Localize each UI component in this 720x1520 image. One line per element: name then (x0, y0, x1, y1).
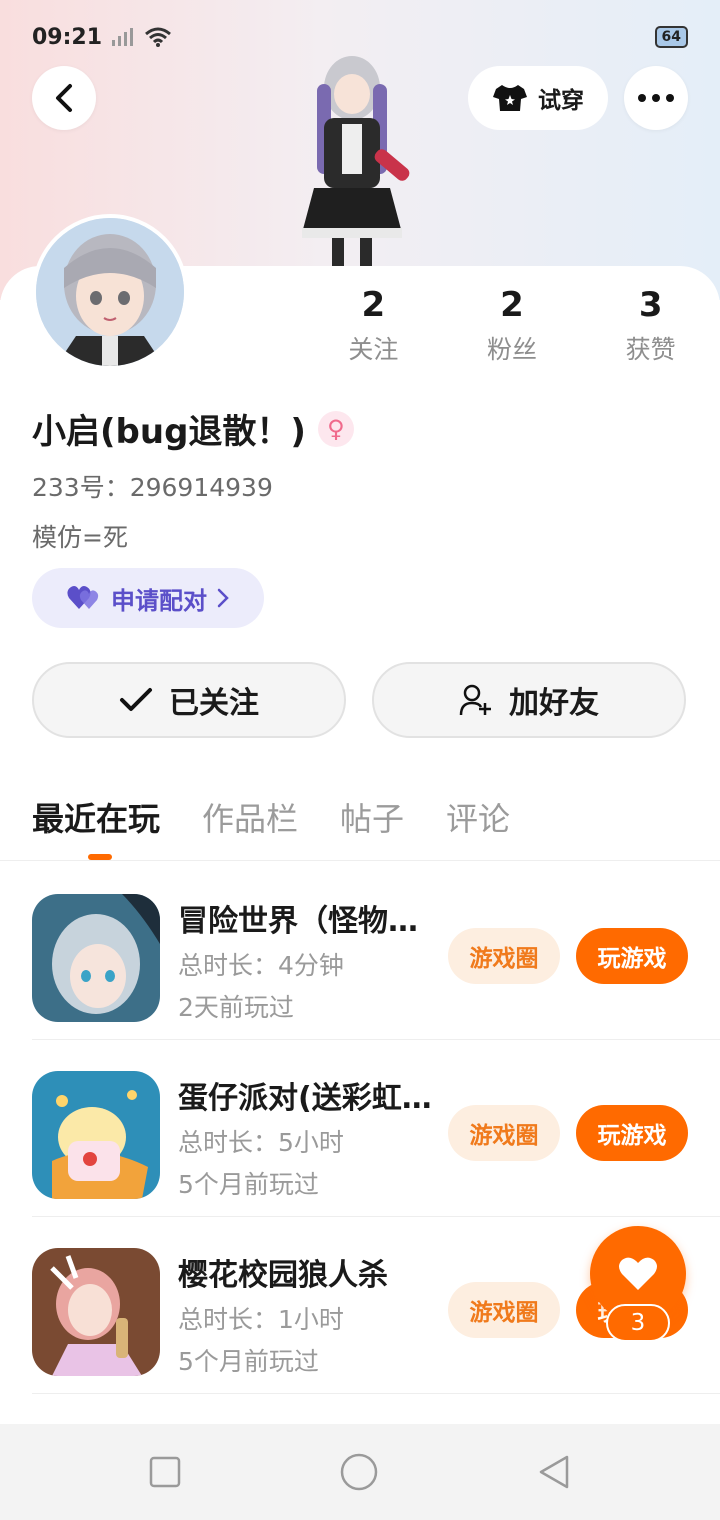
stat-label: 获赞 (625, 335, 676, 364)
status-time: 09:21 (32, 24, 103, 50)
try-on-label: 试穿 (538, 88, 584, 114)
tab-posts[interactable]: 帖子 (340, 794, 404, 840)
recent-apps-square-icon[interactable] (149, 1456, 181, 1488)
game-icon (32, 1248, 160, 1376)
back-button[interactable] (32, 66, 96, 130)
system-nav-bar (0, 1424, 720, 1520)
add-friend-label: 加好友 (509, 686, 599, 721)
signal-icon (112, 28, 134, 46)
stat-value: 2 (361, 285, 386, 325)
game-last-played: 5个月前玩过 (178, 1170, 319, 1199)
avatar-character-figure (302, 56, 410, 266)
tab-recent-play[interactable]: 最近在玩 (32, 794, 160, 860)
game-title: 蛋仔派对(送彩虹蛋) (178, 1081, 442, 1116)
more-button[interactable] (624, 66, 688, 130)
tab-works[interactable]: 作品栏 (202, 794, 298, 840)
followed-button[interactable]: 已关注 (32, 662, 346, 738)
game-circle-button[interactable]: 游戏圈 (448, 1105, 560, 1161)
stat-label: 关注 (348, 335, 399, 364)
stat-value: 2 (500, 285, 524, 325)
followed-label: 已关注 (169, 686, 259, 721)
add-friend-button[interactable]: 加好友 (372, 662, 686, 738)
game-duration: 总时长：1小时 (178, 1305, 344, 1334)
name-row: 小启(bug退散！) ♀ (32, 404, 354, 453)
stat-value: 3 (638, 285, 663, 325)
stat-following[interactable]: 2 关注 (304, 282, 443, 366)
game-icon (32, 894, 160, 1022)
play-game-button[interactable]: 玩游戏 (576, 1105, 688, 1161)
pair-label: 申请配对 (111, 586, 207, 615)
profile-tabs: 最近在玩 作品栏 帖子 评论 (32, 794, 510, 860)
tabs-divider (0, 860, 720, 861)
user-bio: 模仿=死 (32, 523, 128, 552)
list-item[interactable]: 蛋仔派对(送彩虹蛋) 总时长：5小时 5个月前玩过 游戏圈 玩游戏 (32, 1041, 720, 1217)
game-duration: 总时长：5小时 (178, 1128, 344, 1157)
game-icon (32, 1071, 160, 1199)
stat-likes[interactable]: 3 获赞 (581, 282, 720, 366)
more-dots-icon (638, 94, 674, 102)
wifi-icon (145, 27, 171, 47)
female-gender-icon: ♀ (317, 410, 354, 447)
like-count-badge: 3 (606, 1304, 670, 1342)
list-item[interactable]: 冒险世界（怪物猎人） 总时长：4分钟 2天前玩过 游戏圈 玩游戏 (32, 864, 720, 1040)
apply-pair-button[interactable]: 申请配对 (32, 568, 264, 628)
avatar-image (36, 218, 184, 366)
double-heart-icon (67, 586, 99, 609)
game-last-played: 2天前玩过 (178, 993, 294, 1022)
stat-label: 粉丝 (487, 335, 538, 364)
checkmark-icon (120, 688, 152, 711)
game-circle-button[interactable]: 游戏圈 (448, 928, 560, 984)
user-name: 小启(bug退散！) (32, 412, 306, 452)
avatar[interactable] (32, 214, 188, 370)
back-triangle-icon[interactable] (537, 1454, 571, 1490)
home-circle-icon[interactable] (340, 1453, 378, 1491)
tab-comments[interactable]: 评论 (446, 794, 510, 840)
try-on-button[interactable]: 试穿 (468, 66, 608, 130)
add-user-icon (459, 684, 491, 716)
battery-indicator: 64 (654, 26, 688, 48)
stat-followers[interactable]: 2 粉丝 (443, 282, 582, 366)
game-circle-button[interactable]: 游戏圈 (448, 1282, 560, 1338)
game-duration: 总时长：4分钟 (178, 951, 344, 980)
tshirt-icon (493, 85, 527, 111)
chevron-right-icon (217, 588, 229, 608)
game-title: 樱花校园狼人杀 (178, 1258, 388, 1293)
game-last-played: 5个月前玩过 (178, 1347, 319, 1376)
profile-stats: 2 关注 2 粉丝 3 获赞 (304, 282, 720, 366)
user-id: 233号：296914939 (32, 473, 273, 502)
play-game-button[interactable]: 玩游戏 (576, 928, 688, 984)
heart-icon (619, 1257, 657, 1290)
game-title: 冒险世界（怪物猎人） (178, 904, 442, 939)
chevron-left-icon (56, 84, 72, 112)
